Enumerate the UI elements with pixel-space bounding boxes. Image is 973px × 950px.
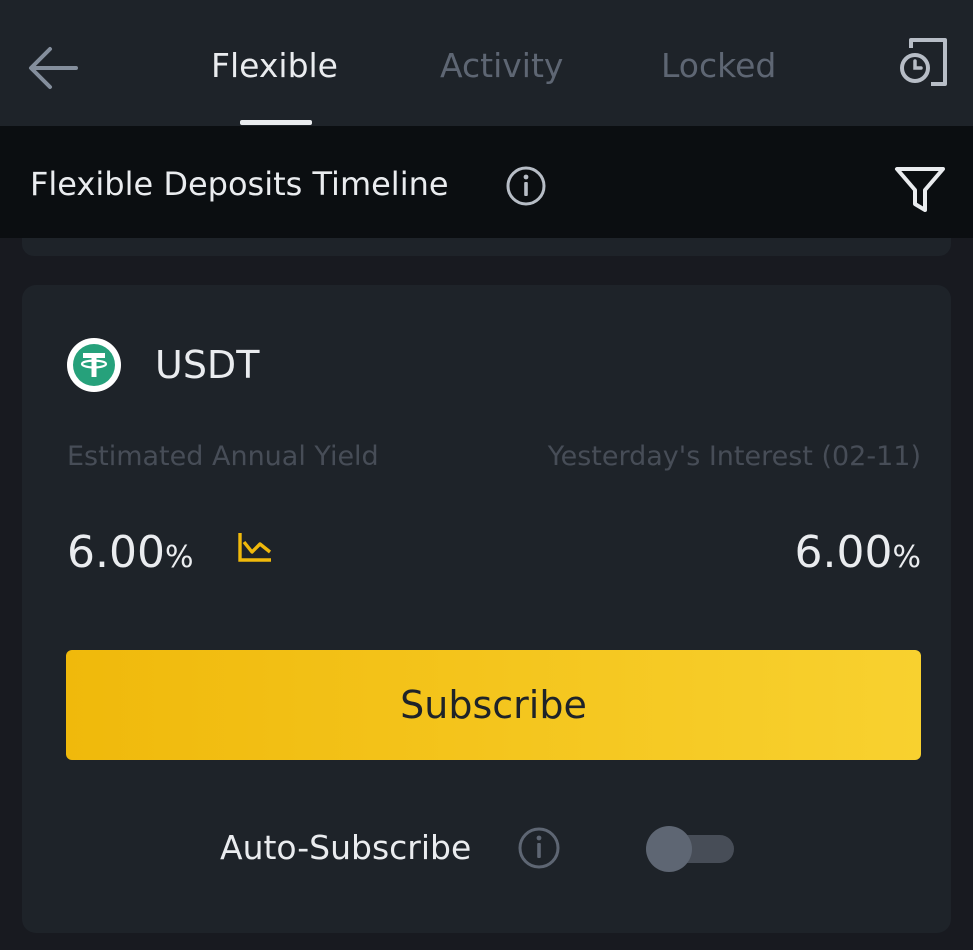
yesterday-interest-number: 6.00 xyxy=(794,527,893,578)
yesterday-interest-value: 6.00% xyxy=(795,523,921,583)
estimated-yield-number: 6.00 xyxy=(67,527,165,578)
filter-icon[interactable] xyxy=(892,161,948,217)
previous-card-edge xyxy=(22,238,951,256)
trend-chart-icon[interactable] xyxy=(237,530,273,564)
back-arrow-icon[interactable] xyxy=(22,36,86,100)
timeline-header: Flexible Deposits Timeline xyxy=(0,126,973,238)
estimated-yield-value: 6.00% xyxy=(67,523,193,583)
tab-locked[interactable]: Locked xyxy=(661,44,776,88)
info-icon[interactable] xyxy=(516,825,562,871)
yesterday-interest-label: Yesterday's Interest (02-11) xyxy=(547,441,921,472)
tab-flexible[interactable]: Flexible xyxy=(211,44,338,88)
timeline-title: Flexible Deposits Timeline xyxy=(30,165,449,203)
coin-name: USDT xyxy=(155,343,260,387)
auto-subscribe-toggle[interactable] xyxy=(644,826,736,872)
auto-subscribe-label: Auto-Subscribe xyxy=(220,828,472,867)
active-tab-indicator xyxy=(240,120,312,125)
estimated-yield-unit: % xyxy=(164,540,194,575)
product-card: USDT Estimated Annual Yield Yesterday's … xyxy=(22,285,951,933)
info-icon[interactable] xyxy=(504,164,548,208)
toggle-knob xyxy=(646,826,692,872)
estimated-yield-label: Estimated Annual Yield xyxy=(67,441,379,472)
history-clock-icon[interactable] xyxy=(897,34,951,90)
subscribe-button[interactable]: Subscribe xyxy=(66,650,921,760)
tab-activity[interactable]: Activity xyxy=(440,44,563,88)
yesterday-interest-unit: % xyxy=(892,540,921,575)
tether-logo-icon xyxy=(67,338,121,392)
top-nav-bar: Flexible Activity Locked xyxy=(0,0,973,126)
